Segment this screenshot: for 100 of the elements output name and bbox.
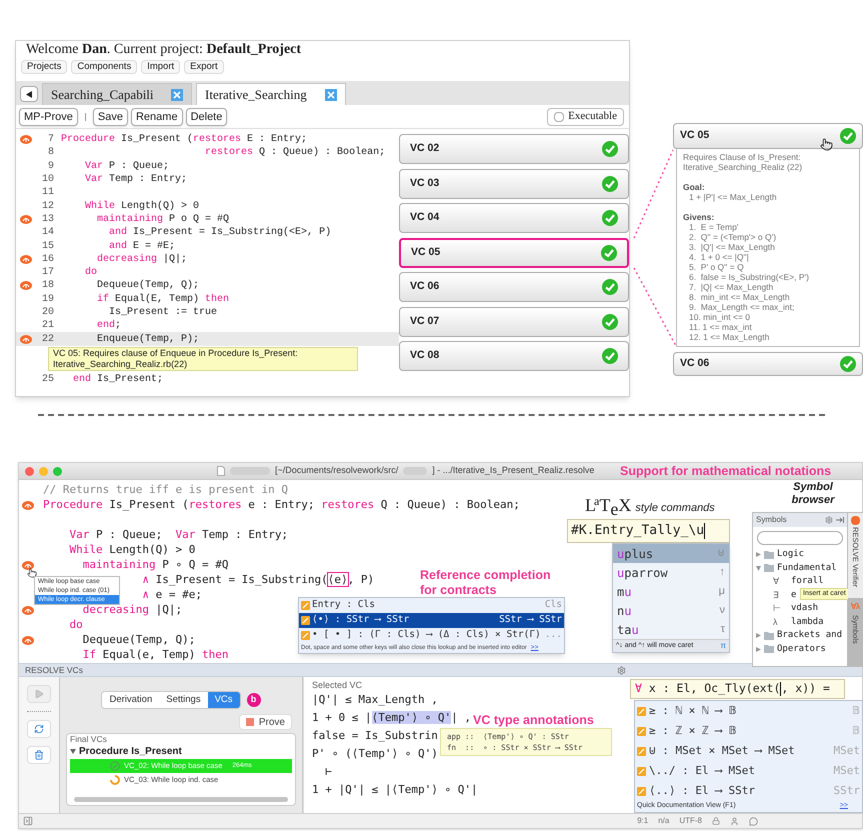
line-number: 10 [40,173,54,187]
code-line: do [85,266,98,280]
given-item: 11. 1 <= max_int [688,322,753,332]
collapsed-triangle-icon[interactable] [756,646,761,652]
check-icon [602,141,618,157]
completion-item[interactable]: tau τ [613,620,729,639]
close-icon[interactable] [325,88,337,100]
redacted-block [403,467,428,475]
group-label: Final VCs [70,734,108,744]
completion-item[interactable]: uparrow ↑ [613,563,729,582]
line-number: 14 [40,226,54,240]
pin-icon[interactable] [836,517,844,523]
vc-item[interactable]: VC 03 [399,168,629,198]
symbol-glyph: ∃ [773,588,780,602]
completion-item[interactable]: uplus ⊎ [613,544,729,563]
executable-checkbox[interactable]: Executable [547,108,624,126]
code-line: Var Temp : Entry; [85,173,188,188]
close-icon[interactable] [171,88,183,100]
vc-item[interactable]: VC 02 [399,134,629,164]
settings-icon[interactable] [617,666,626,674]
toolbar-button[interactable]: Delete [186,108,228,126]
vc-item[interactable]: VC 05 [399,238,629,268]
vc-card-header[interactable]: VC 05 [673,123,863,149]
tab[interactable]: Iterative_Searching [196,83,346,105]
search-field[interactable] [757,531,843,545]
item-icon [637,746,646,756]
badge: b [246,693,261,707]
title-filename: ] - .../Iterative_Is_Present_Realiz.resolve [432,464,594,478]
menu-button[interactable]: Projects [21,60,68,74]
completion-item[interactable]: \../ : El ⟶ MSet MSet [635,761,862,781]
code-line: Var P : Queue; [85,160,170,174]
play-icon [34,689,44,699]
completion-item[interactable]: • [ • ] : (Γ : Cls) ⟶ (Δ : Cls) × Str(Γ) ... [299,628,564,643]
item-icon [637,766,646,776]
completion-item[interactable]: Entry : Cls Cls [299,598,564,613]
formula-input-field[interactable]: ∀ x : El, Oc_Tly(ext(, x)) = [630,679,845,699]
code-line: ∧ e = #e; [142,587,202,604]
check-icon [602,348,618,364]
run-button[interactable] [27,685,51,703]
item-icon [301,616,310,625]
given-item: 1. E = Temp' [688,222,740,232]
menu-button[interactable]: Export [184,60,224,74]
tree-item[interactable]: Logic [777,548,804,562]
person-icon [730,816,739,826]
code-line: and Is_Present = Is_Substring(<E>, P) [109,226,332,240]
back-button[interactable] [20,86,38,102]
code-line: Enqueue(Temp, P); [97,332,200,347]
maximize-button[interactable] [53,466,62,476]
formula-line: |Q'| ≤ Max_Length , [312,692,438,708]
line-number: 8 [46,146,54,160]
toolbar-button[interactable]: MP-Prove [19,108,78,126]
verifier-icon [851,516,860,525]
vc-item[interactable]: VC 06 [399,272,629,302]
close-button[interactable] [25,466,34,476]
expanded-triangle-icon[interactable] [756,566,761,571]
tab[interactable]: VCs [208,692,240,708]
item-icon [637,706,646,716]
completion-item[interactable]: ⟨•⟩ : SStr ⟶ SStr SStr ⟶ SStr [299,613,564,628]
settings-icon[interactable] [825,516,833,524]
completion-item[interactable]: ≥ : ℤ × ℤ ⟶ 𝔹 𝔹 [635,721,862,741]
tree-item[interactable]: forall [791,575,824,588]
completion-item[interactable]: ⟨..⟩ : El ⟶ SStr SStr [635,781,862,801]
check-circle-icon [110,761,120,771]
item-icon [301,631,310,640]
toolbar-button[interactable]: Rename [130,108,183,126]
code-line: if Equal(E, Temp) then [97,292,230,307]
tree-item[interactable]: e [791,588,796,602]
completion-item[interactable]: mu μ [613,582,729,601]
panel-toggle-icon[interactable] [23,816,33,826]
completion-item[interactable]: ⊎ : MSet × MSet ⟶ MSet MSet [635,741,862,761]
refresh-button[interactable] [27,720,51,738]
tree-item[interactable]: lambda [791,616,824,629]
latex-input-field[interactable]: #K.Entry_Tally_\u [567,519,730,543]
title-path: [~/Documents/resolvework/src/ [275,464,398,478]
toolbar-button[interactable]: Save [92,108,128,126]
code-line: Procedure Is_Present (restores E : Entry; [61,132,308,146]
given-item: 7. |Q| <= Max_Length [688,282,774,292]
vc-item[interactable]: VC 07 [399,306,629,336]
given-item: 5. P' o Q'' = Q [688,262,745,272]
line-number: 18 [40,279,54,294]
tree-item[interactable]: Operators [777,642,826,656]
vc-item[interactable]: VC 04 [399,203,629,233]
collapsed-triangle-icon[interactable] [756,633,761,638]
menu-button[interactable]: Components [71,60,138,74]
line-number: 17 [40,266,54,280]
completion-item[interactable]: ≥ : ℕ × ℕ ⟶ 𝔹 𝔹 [635,701,862,721]
tree-item[interactable]: Fundamental [777,562,837,575]
given-item: 6. false = Is_Substring(<E>, P') [688,272,810,282]
tree-item[interactable]: vdash [791,602,818,616]
vc-item[interactable]: VC 08 [399,341,629,371]
refresh-icon [34,724,44,734]
vc-card-header[interactable]: VC 06 [673,352,863,376]
collapsed-triangle-icon[interactable] [756,552,761,558]
completion-item[interactable]: nu ν [613,601,729,620]
prove-button[interactable]: Prove [238,714,292,730]
code-line: end; [97,318,122,334]
menu-button[interactable]: Import [141,60,180,74]
tree-item[interactable]: Brackets and [777,629,842,642]
delete-button[interactable] [27,746,51,764]
tab[interactable]: Searching_Capabili [42,83,192,105]
